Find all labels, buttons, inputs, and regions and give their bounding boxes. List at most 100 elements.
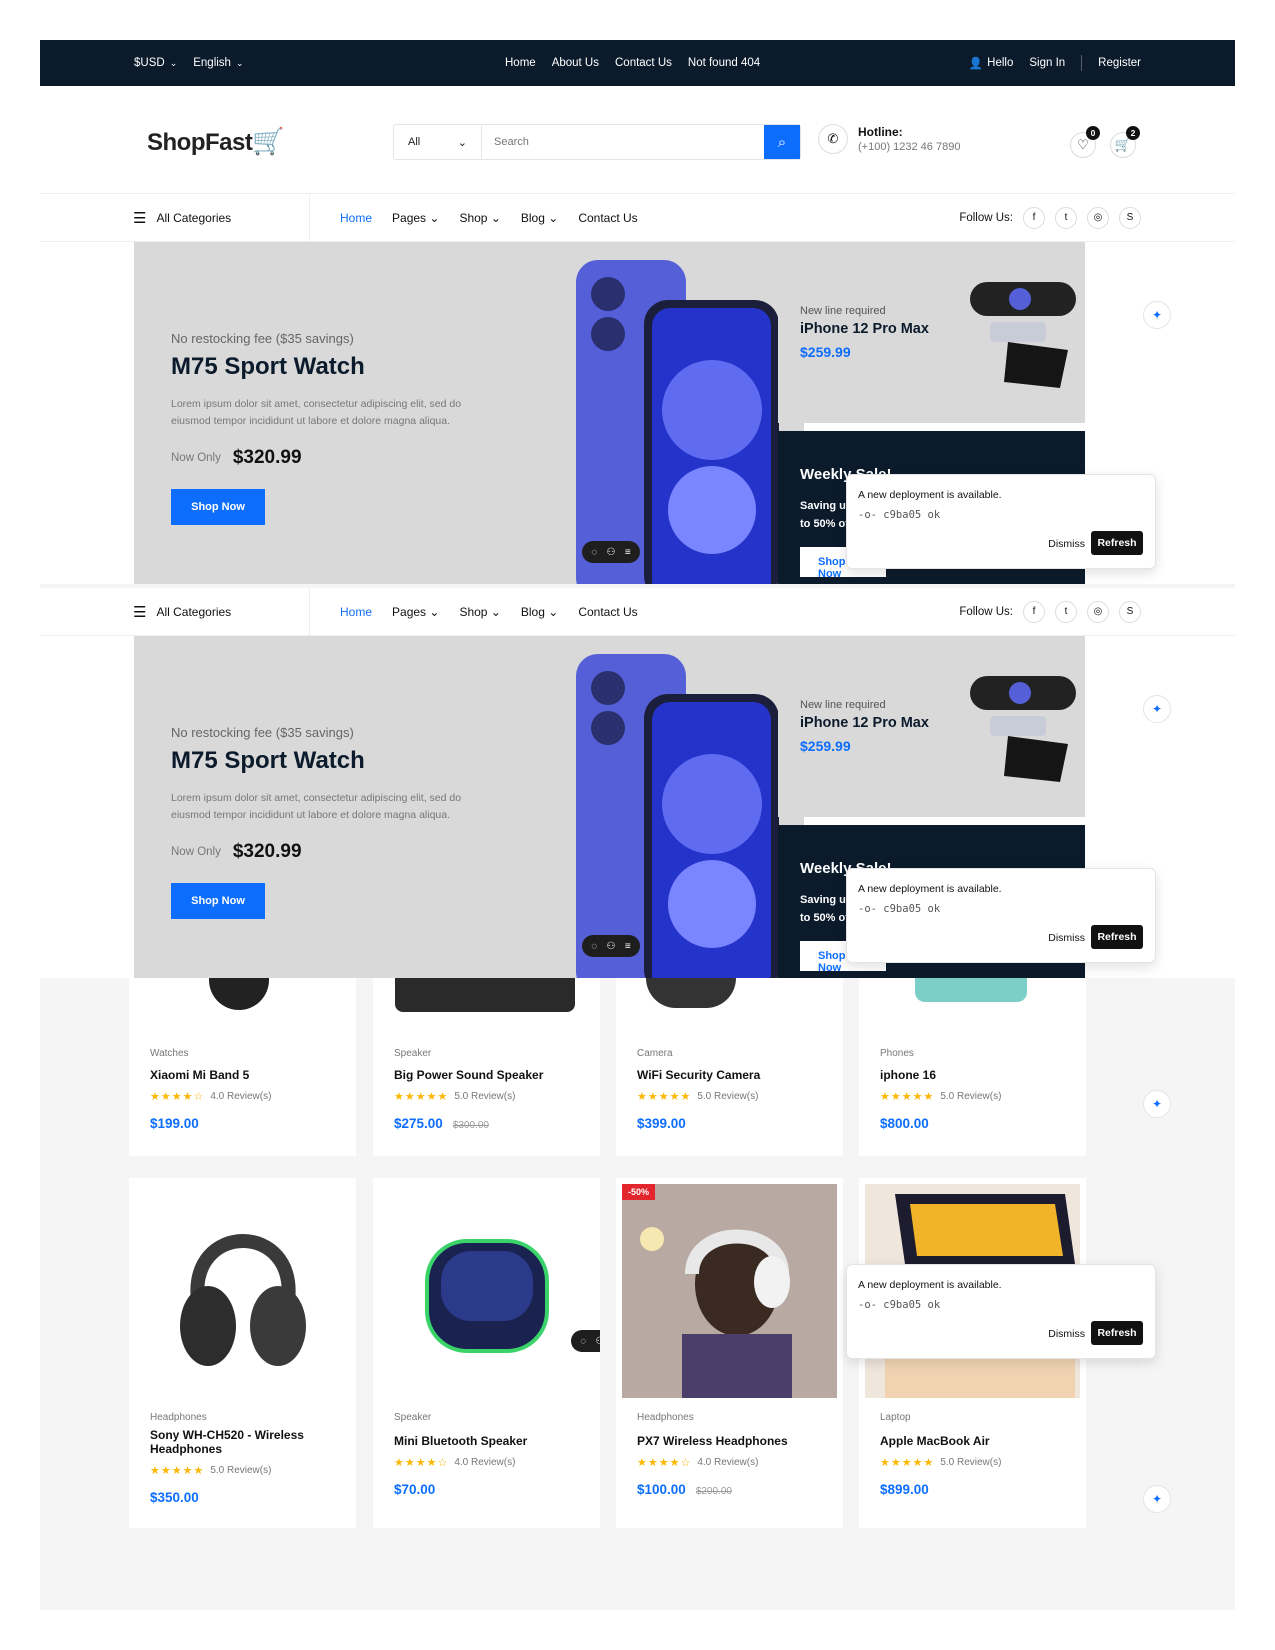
top-link-404[interactable]: Not found 404 <box>688 57 760 69</box>
twitter-icon[interactable]: t <box>1055 600 1077 623</box>
side-banner-iphone[interactable]: New line required iPhone 12 Pro Max $259… <box>778 242 1085 423</box>
refresh-button[interactable]: Refresh <box>1091 925 1143 949</box>
hotline-number: (+100) 1232 46 7890 <box>858 141 961 153</box>
product-card[interactable]: Watches Xiaomi Mi Band 5 ★★★★☆ 4.0 Review… <box>129 978 356 1156</box>
twitter-icon[interactable]: t <box>1055 206 1077 229</box>
user-icon[interactable]: ⚇ <box>607 547 616 558</box>
chevron-down-icon: ⌄ <box>429 210 440 225</box>
language-label: English <box>193 57 231 69</box>
all-categories-button[interactable]: ☰ All Categories <box>40 587 310 636</box>
nav-item-blog[interactable]: Blog ⌄ <box>521 211 558 225</box>
review-count: 4.0 Review(s) <box>454 1457 516 1468</box>
product-card[interactable]: Speaker Big Power Sound Speaker ★★★★★ 5.0… <box>373 978 600 1156</box>
language-select[interactable]: English ⌄ <box>193 57 243 69</box>
nav-item-blog[interactable]: Blog ⌄ <box>521 605 558 619</box>
phone-icon: ✆ <box>818 124 848 154</box>
skype-icon[interactable]: S <box>1119 206 1141 229</box>
rating-stars: ★★★★★ <box>150 1465 205 1477</box>
product-card[interactable]: Speaker Mini Bluetooth Speaker ★★★★☆ 4.0 … <box>373 1178 600 1528</box>
product-name[interactable]: WiFi Security Camera <box>637 1068 827 1082</box>
comment-icon[interactable]: ◌ <box>591 941 597 952</box>
search-button[interactable]: ⌕ <box>764 125 800 159</box>
instagram-icon[interactable]: ◎ <box>1087 206 1109 229</box>
phone-image <box>576 260 779 584</box>
nav-item-contact[interactable]: Contact Us <box>578 605 637 619</box>
floating-toolbar[interactable]: ◌ ⚇ ≡ <box>582 541 640 563</box>
facebook-icon[interactable]: f <box>1023 600 1045 623</box>
floating-toolbar[interactable]: ◌⚇≡ <box>571 1330 600 1352</box>
facebook-icon[interactable]: f <box>1023 206 1045 229</box>
product-category: Phones <box>880 1048 914 1059</box>
accessibility-widget-icon[interactable]: ✦ <box>1143 695 1171 723</box>
top-link-contact[interactable]: Contact Us <box>615 57 672 69</box>
product-name[interactable]: Sony WH-CH520 - Wireless Headphones <box>150 1428 340 1456</box>
product-price: $70.00 <box>394 1482 436 1497</box>
all-categories-button[interactable]: ☰ All Categories <box>40 193 310 242</box>
skype-icon[interactable]: S <box>1119 600 1141 623</box>
refresh-button[interactable]: Refresh <box>1091 1321 1143 1345</box>
product-name[interactable]: Apple MacBook Air <box>880 1434 1070 1448</box>
list-icon[interactable]: ≡ <box>625 547 631 558</box>
product-card[interactable]: Phones iphone 16 ★★★★★ 5.0 Review(s) $800… <box>859 978 1086 1156</box>
product-card[interactable]: Headphones Sony WH-CH520 - Wireless Head… <box>129 1178 356 1528</box>
product-name[interactable]: Xiaomi Mi Band 5 <box>150 1068 340 1082</box>
review-count: 4.0 Review(s) <box>697 1457 759 1468</box>
currency-select[interactable]: $USD ⌄ <box>134 57 177 69</box>
chevron-down-icon: ⌄ <box>429 604 440 619</box>
now-only-label: Now Only <box>171 452 221 464</box>
user-icon[interactable]: ⚇ <box>607 941 616 952</box>
currency-label: $USD <box>134 57 165 69</box>
chevron-down-icon: ⌄ <box>169 58 178 68</box>
follow-label: Follow Us: <box>959 605 1013 618</box>
signin-link[interactable]: Sign In <box>1029 57 1065 69</box>
accessibility-widget-icon[interactable]: ✦ <box>1143 301 1171 329</box>
floating-toolbar[interactable]: ◌ ⚇ ≡ <box>582 935 640 957</box>
top-link-about[interactable]: About Us <box>552 57 599 69</box>
instagram-icon[interactable]: ◎ <box>1087 600 1109 623</box>
dismiss-button[interactable]: Dismiss <box>1048 1328 1085 1340</box>
nav-item-shop[interactable]: Shop ⌄ <box>459 211 500 225</box>
site-logo[interactable]: ShopFast🛒 <box>147 126 285 157</box>
wishlist-button[interactable]: ♡ 0 <box>1070 126 1100 158</box>
search-category-select[interactable]: All ⌄ <box>394 125 482 159</box>
top-link-home[interactable]: Home <box>505 57 536 69</box>
comment-icon[interactable]: ◌ <box>591 547 597 558</box>
rating-stars: ★★★★☆ <box>637 1457 692 1469</box>
nav-item-pages[interactable]: Pages ⌄ <box>392 211 439 225</box>
chevron-down-icon: ⌄ <box>457 137 467 149</box>
accessibility-widget-icon[interactable]: ✦ <box>1143 1090 1171 1118</box>
refresh-button[interactable]: Refresh <box>1091 531 1143 555</box>
product-card[interactable]: Camera WiFi Security Camera ★★★★★ 5.0 Rev… <box>616 978 843 1156</box>
dismiss-button[interactable]: Dismiss <box>1048 932 1085 944</box>
search-input[interactable] <box>482 125 764 159</box>
product-name[interactable]: Big Power Sound Speaker <box>394 1068 584 1082</box>
user-icon[interactable]: ⚇ <box>596 1336 600 1347</box>
toast-message: A new deployment is available. <box>858 1279 1002 1291</box>
rating-stars: ★★★★☆ <box>394 1457 449 1469</box>
nav-item-pages[interactable]: Pages ⌄ <box>392 605 439 619</box>
product-category: Speaker <box>394 1412 432 1423</box>
review-count: 5.0 Review(s) <box>940 1091 1002 1102</box>
register-link[interactable]: Register <box>1098 57 1141 69</box>
list-icon[interactable]: ≡ <box>625 941 631 952</box>
shop-now-button[interactable]: Shop Now <box>171 489 265 525</box>
toast-hash: -o- c9ba05 ok <box>858 903 941 915</box>
nav-item-home[interactable]: Home <box>340 605 372 619</box>
product-card[interactable]: -50% Headphones PX7 Wireless Headphones … <box>616 1178 843 1528</box>
dismiss-button[interactable]: Dismiss <box>1048 538 1085 550</box>
nav-item-home[interactable]: Home <box>340 211 372 225</box>
chevron-down-icon: ⌄ <box>548 210 559 225</box>
product-name[interactable]: iphone 16 <box>880 1068 1070 1082</box>
cart-button[interactable]: 🛒 2 <box>1110 126 1140 158</box>
hero-description: Lorem ipsum dolor sit amet, consectetur … <box>171 398 462 427</box>
product-price: $899.00 <box>880 1482 929 1497</box>
nav-item-contact[interactable]: Contact Us <box>578 211 637 225</box>
accessibility-widget-icon[interactable]: ✦ <box>1143 1485 1171 1513</box>
shop-now-button[interactable]: Shop Now <box>171 883 265 919</box>
nav-item-shop[interactable]: Shop ⌄ <box>459 605 500 619</box>
comment-icon[interactable]: ◌ <box>580 1336 586 1347</box>
side-banner-iphone[interactable]: New line required iPhone 12 Pro Max $259… <box>778 636 1085 817</box>
product-price: $399.00 <box>637 1116 686 1131</box>
product-name[interactable]: Mini Bluetooth Speaker <box>394 1434 584 1448</box>
product-name[interactable]: PX7 Wireless Headphones <box>637 1434 827 1448</box>
